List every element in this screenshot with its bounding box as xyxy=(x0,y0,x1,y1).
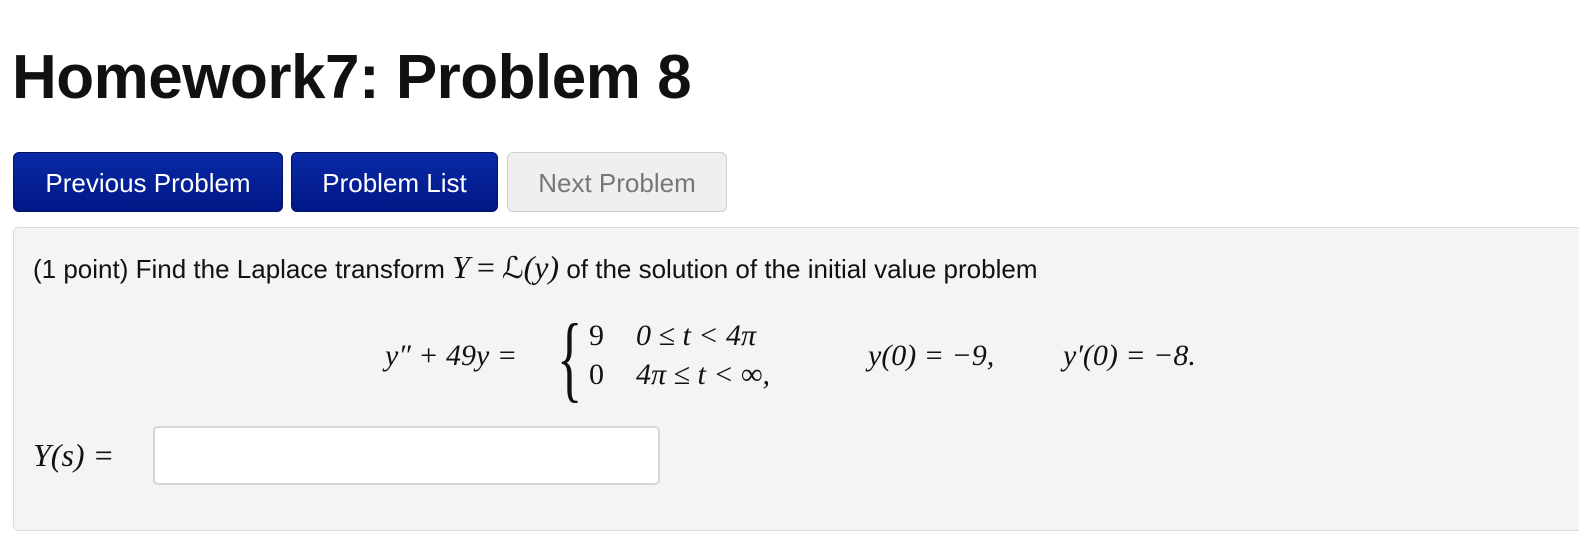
answer-input[interactable] xyxy=(153,426,660,485)
transform-argument: (y) xyxy=(523,249,560,285)
initial-condition-2: y′(0) = −8. xyxy=(1063,339,1196,372)
answer-label: Y(s) = xyxy=(33,437,115,473)
problem-intro: (1 point) Find the Laplace transform Y = ℒ… xyxy=(33,250,1038,286)
transform-lhs: Y xyxy=(452,249,470,285)
laplace-operator: ℒ xyxy=(501,251,524,286)
problem-statement: (1 point) Find the Laplace transform Y = ℒ… xyxy=(13,227,1579,531)
previous-problem-button[interactable]: Previous Problem xyxy=(13,152,283,212)
page-title: Homework7: Problem 8 xyxy=(12,43,692,112)
case-condition-2: 4π ≤ t < ∞, xyxy=(636,358,770,391)
case-condition-1: 0 ≤ t < 4π xyxy=(636,319,757,352)
equation-lhs: y″ + 49y = xyxy=(385,339,518,372)
transform-equals: = xyxy=(476,249,495,285)
case-value-1: 9 xyxy=(589,319,604,352)
case-value-2: 0 xyxy=(589,358,604,391)
problem-list-button[interactable]: Problem List xyxy=(291,152,498,212)
cases-brace: { xyxy=(557,304,583,411)
intro-suffix: of the solution of the initial value pro… xyxy=(566,254,1038,284)
intro-prefix: (1 point) Find the Laplace transform xyxy=(33,254,445,284)
initial-condition-1: y(0) = −9, xyxy=(868,339,995,372)
next-problem-button: Next Problem xyxy=(507,152,727,212)
